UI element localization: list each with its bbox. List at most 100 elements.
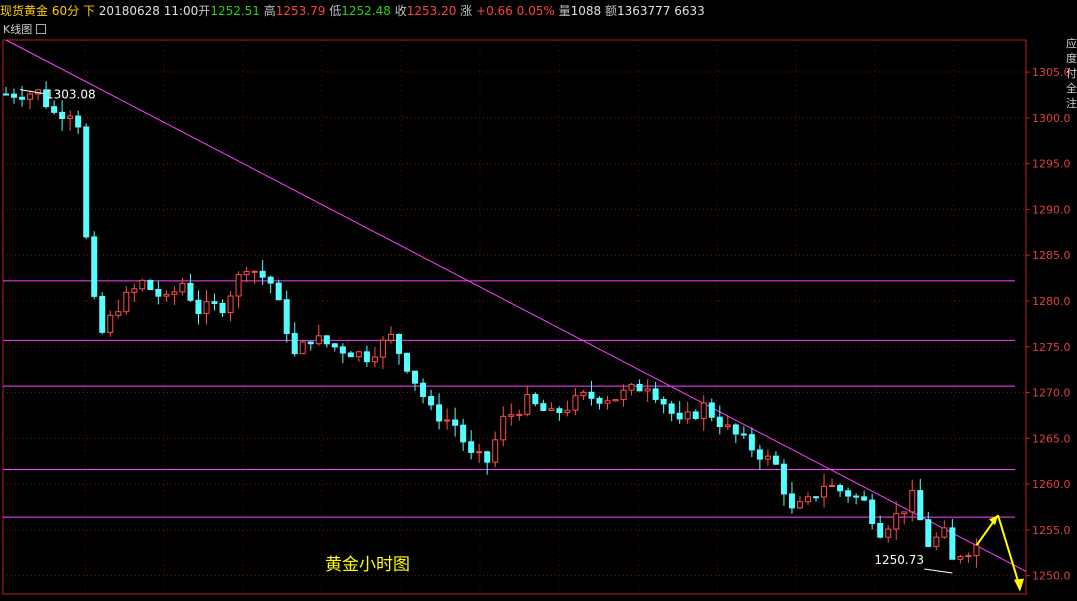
y-tick-label: 1250.0 [1032, 570, 1071, 583]
candle-up [973, 544, 980, 557]
candle-up [251, 270, 258, 273]
right-strip-char: 付 [1066, 67, 1077, 80]
candle-down [187, 282, 194, 301]
candle-up [933, 536, 940, 547]
candle-down [748, 434, 755, 451]
candle-up [580, 391, 587, 397]
candle-down [283, 299, 290, 335]
candle-up [893, 513, 900, 530]
y-tick-label: 1290.0 [1032, 203, 1071, 216]
candle-down [307, 341, 314, 345]
candle-down [861, 496, 868, 501]
candle-down [949, 527, 956, 560]
high-label: 高 [263, 4, 276, 18]
candle-up [965, 555, 972, 558]
candle-up [508, 414, 515, 417]
candle-down [11, 93, 18, 98]
candle-down [259, 270, 266, 278]
candle-up [604, 400, 611, 404]
candle-down [404, 352, 410, 372]
quote-header: 现货黄金 60分 下 20180628 11:00开1252.51 高1253.… [0, 0, 1077, 22]
min-price-label: 1250.73 [874, 553, 924, 567]
candle-up [371, 356, 378, 363]
candle-up [476, 451, 483, 454]
candle-down [75, 115, 82, 128]
change-percent: 0.05% [516, 4, 555, 18]
y-tick-label: 1270.0 [1032, 387, 1071, 400]
max-price-label: 1303.08 [46, 88, 96, 102]
y-tick-label: 1280.0 [1032, 295, 1071, 308]
candle-down [363, 351, 370, 363]
candle-up [227, 295, 234, 314]
period-label[interactable]: 60分 [52, 4, 79, 18]
y-tick-label: 1265.0 [1032, 432, 1071, 445]
candle-up [700, 402, 707, 419]
change-value: +0.66 [476, 4, 513, 18]
candle-down [869, 499, 876, 524]
candle-up [315, 335, 322, 345]
right-side-panel: 应 度 付 全 注 [1066, 36, 1077, 111]
projection-down-arrowhead [1014, 578, 1024, 592]
candle-down [636, 383, 643, 392]
candle-up [387, 333, 394, 341]
candle-down [772, 455, 779, 465]
candle-down [219, 302, 226, 314]
candle-up [957, 556, 964, 560]
instrument-name: 现货黄金 [0, 4, 49, 18]
candle-down [813, 496, 820, 499]
candle-down [3, 93, 9, 96]
kline-tab[interactable]: K线图 [3, 22, 47, 38]
open-label: 开 [198, 4, 211, 18]
low-value: 1252.48 [341, 4, 391, 18]
candle-down [91, 236, 98, 297]
candle-down [756, 449, 763, 460]
candle-up [805, 496, 811, 503]
collapse-icon[interactable] [36, 24, 47, 34]
candle-down [708, 402, 715, 418]
candle-up [171, 291, 178, 295]
bar-time: 11:00 [163, 4, 199, 18]
candle-up [179, 282, 186, 293]
candle-down [460, 424, 467, 443]
candle-up [620, 389, 627, 401]
candle-down [676, 412, 683, 420]
candle-up [909, 490, 916, 513]
candle-up [67, 115, 74, 119]
extra-value: 6633 [674, 4, 705, 18]
candle-up [355, 351, 362, 358]
candle-down [668, 403, 675, 414]
candle-up [299, 341, 306, 355]
candle-up [885, 528, 892, 538]
right-strip-char: 度 [1066, 52, 1077, 65]
candle-up [821, 485, 828, 498]
close-value: 1253.20 [406, 4, 457, 18]
candle-up [243, 271, 250, 276]
candle-down [845, 490, 852, 497]
low-label: 低 [329, 4, 342, 18]
candle-up [203, 301, 210, 314]
candle-up [139, 279, 146, 290]
y-tick-label: 1300.0 [1032, 112, 1071, 125]
candle-up [107, 314, 114, 333]
candle-down [436, 404, 443, 422]
candle-up [724, 424, 731, 428]
candle-down [660, 398, 667, 405]
y-tick-label: 1305.0 [1032, 66, 1071, 79]
volume-value: 1088 [570, 4, 602, 18]
high-value: 1253.79 [275, 4, 326, 18]
y-tick-label: 1295.0 [1032, 158, 1071, 171]
kline-chart[interactable]: 1250.0 1255.0 1260.0 1265.0 1270.0 1275.0 1280… [0, 0, 1077, 601]
candle-down [195, 299, 202, 314]
candle-down [484, 451, 491, 463]
candle-down [588, 391, 595, 399]
candle-down [347, 352, 354, 358]
candle-down [59, 111, 66, 119]
candle-down [412, 370, 419, 384]
trend-line [5, 39, 1027, 572]
change-label: 涨 [460, 4, 473, 18]
candle-up [644, 388, 651, 392]
candle-up [27, 93, 34, 100]
candle-down [291, 333, 298, 355]
candle-up [628, 383, 635, 391]
candle-down [596, 397, 603, 404]
